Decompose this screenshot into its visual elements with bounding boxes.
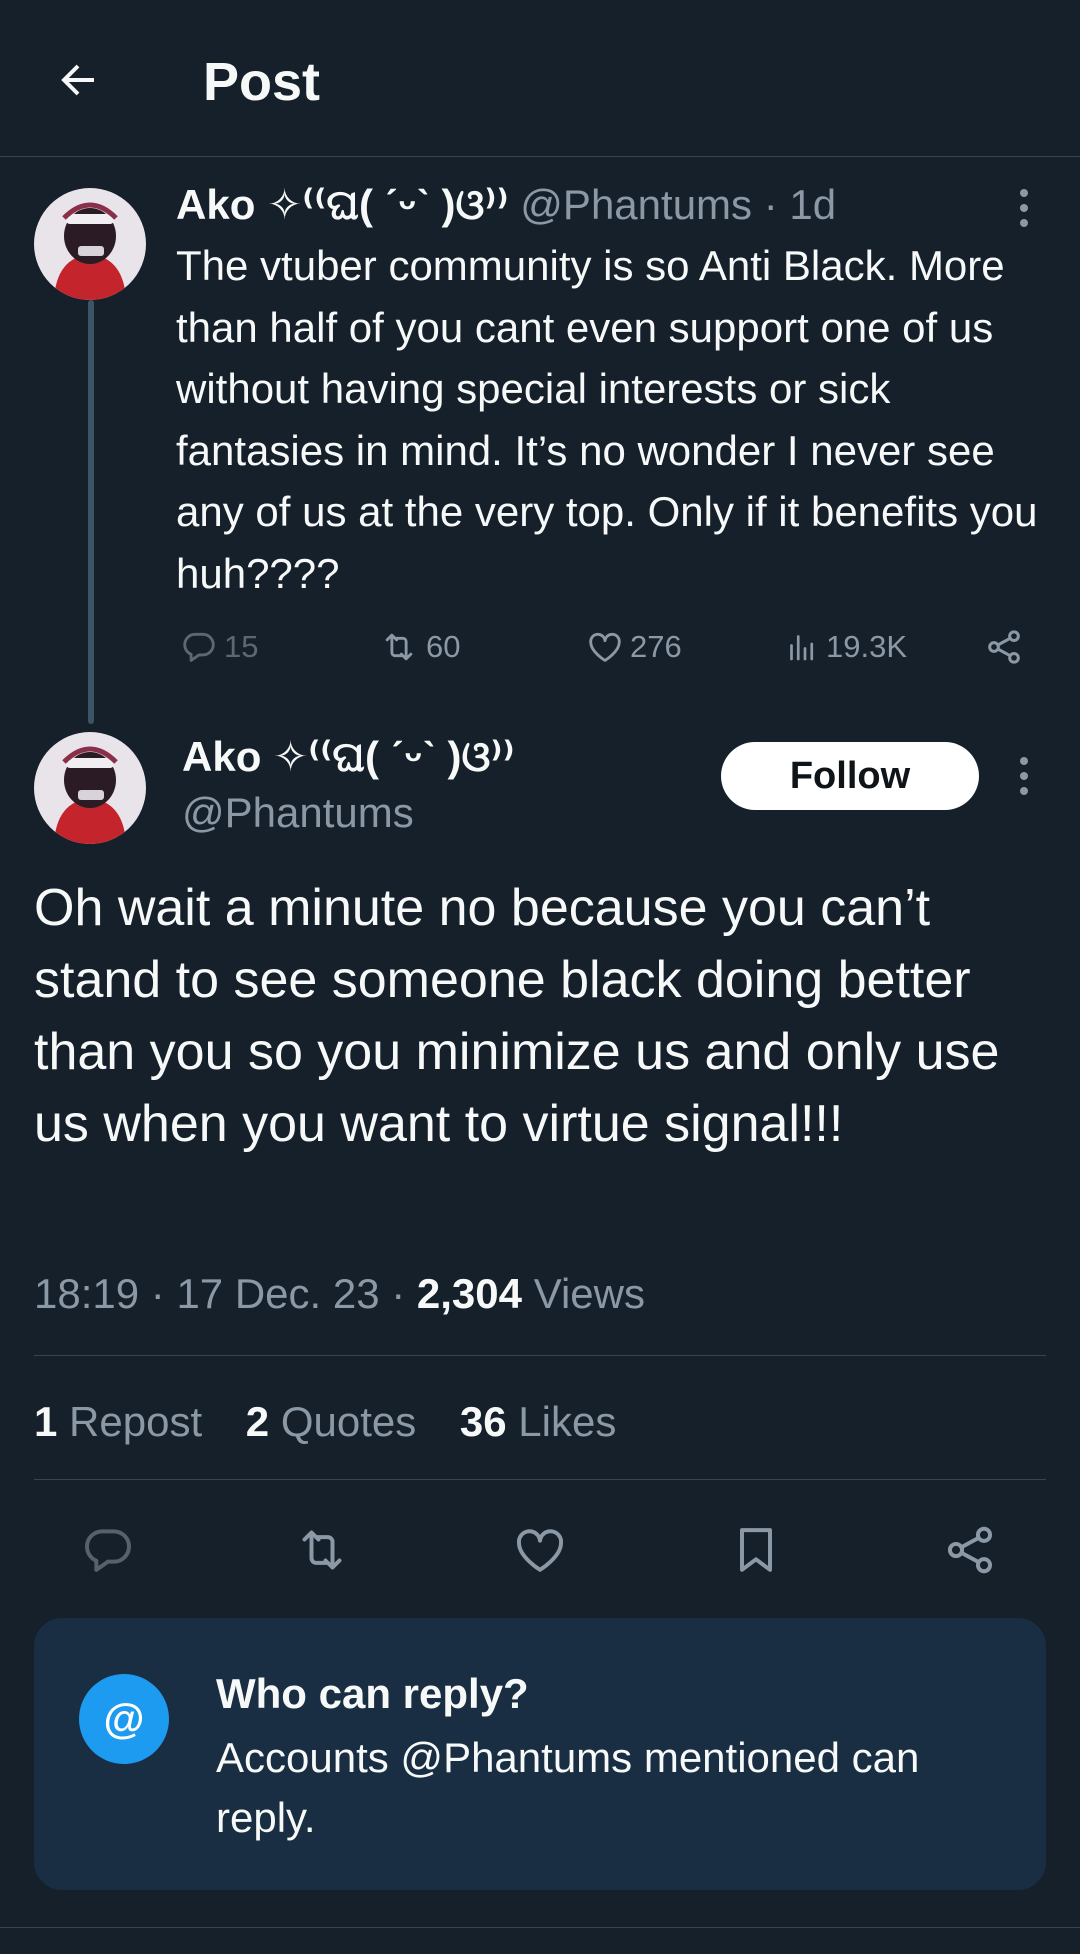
like-count: 276: [630, 629, 682, 664]
likes-stat[interactable]: 36 Likes: [460, 1398, 616, 1445]
main-post-actions: [0, 1518, 1080, 1582]
parent-repost-button[interactable]: 60: [378, 622, 460, 672]
parent-more-button[interactable]: [1009, 183, 1039, 233]
quotes-label: Quotes: [280, 1398, 417, 1445]
bookmark-icon: [740, 1528, 772, 1572]
reposts-count: 1: [34, 1398, 58, 1445]
reply-icon: [183, 632, 215, 662]
likes-count: 36: [459, 1398, 507, 1445]
back-arrow-icon: [61, 64, 94, 96]
quotes-count: 2: [245, 1398, 270, 1445]
likes-label: Likes: [518, 1398, 617, 1445]
reply-count: 15: [224, 629, 259, 664]
who-can-reply-card: @ Who can reply? Accounts @Phantums ment…: [34, 1618, 1046, 1890]
follow-button[interactable]: Follow: [721, 742, 979, 810]
reply-card-description: Accounts @Phantums mentioned can reply.: [216, 1734, 920, 1841]
repost-button[interactable]: [290, 1518, 354, 1582]
post-time: 18:19: [34, 1270, 140, 1317]
parent-reply-button[interactable]: 15: [180, 622, 258, 672]
divider: [0, 1927, 1080, 1928]
post-time: 1d: [789, 181, 837, 228]
like-button[interactable]: [508, 1518, 572, 1582]
views-label: Views: [533, 1270, 645, 1317]
avatar[interactable]: [34, 188, 146, 300]
quotes-stat[interactable]: 2 Quotes: [246, 1398, 428, 1445]
repost-count: 60: [426, 629, 461, 664]
display-name[interactable]: Ako ✧⁽⁽ଘ( ˊᵕˋ )ଓ⁾⁾: [176, 181, 509, 228]
handle[interactable]: @Phantums: [182, 786, 414, 840]
separator: ·: [763, 181, 778, 228]
view-count: 2,304: [416, 1270, 523, 1317]
display-name[interactable]: Ako ✧⁽⁽ଘ( ˊᵕˋ )ଓ⁾⁾: [182, 730, 515, 784]
reply-button[interactable]: [76, 1518, 140, 1582]
like-icon: [589, 632, 621, 662]
post-stats: 1 Repost 2 Quotes 36 Likes: [34, 1394, 648, 1450]
post-meta: 18:19 · 17 Dec. 23 · 2,304 Views: [34, 1270, 645, 1317]
share-icon: [988, 630, 1020, 664]
avatar-image: [34, 732, 146, 844]
reposts-stat[interactable]: 1 Repost: [34, 1398, 214, 1445]
back-button[interactable]: [50, 52, 106, 108]
top-bar: Post: [0, 0, 1080, 157]
like-icon: [517, 1529, 563, 1572]
views-icon: [790, 635, 814, 661]
repost-icon: [385, 633, 413, 661]
parent-post-text: The vtuber community is so Anti Black. M…: [176, 242, 1038, 597]
post-date: 17 Dec. 23: [176, 1270, 380, 1317]
divider: [34, 1479, 1046, 1480]
divider: [34, 1355, 1046, 1356]
reposts-label: Repost: [69, 1398, 203, 1445]
parent-views-button[interactable]: 19.3K: [784, 622, 907, 672]
handle[interactable]: @Phantums: [520, 181, 752, 228]
parent-post-header: Ako ✧⁽⁽ଘ( ˊᵕˋ )ଓ⁾⁾ @Phantums · 1d: [176, 178, 836, 232]
bookmark-button[interactable]: [724, 1518, 788, 1582]
main-more-button[interactable]: [1009, 751, 1039, 801]
thread-line: [88, 300, 94, 724]
parent-share-button[interactable]: [984, 622, 1024, 672]
more-icon: [1020, 189, 1028, 197]
more-icon: [1020, 757, 1028, 765]
main-post-text: Oh wait a minute no because you can’t st…: [34, 879, 1000, 1153]
parent-post-actions: 15 60 276 19.3K: [176, 622, 1056, 672]
at-icon: @: [79, 1674, 169, 1764]
avatar-image: [34, 188, 146, 300]
parent-like-button[interactable]: 276: [586, 622, 682, 672]
avatar[interactable]: [34, 732, 146, 844]
page-title: Post: [203, 52, 321, 112]
share-button[interactable]: [938, 1518, 1002, 1582]
reply-card-title: Who can reply?: [216, 1670, 529, 1717]
reply-icon: [85, 1529, 131, 1572]
share-icon: [947, 1526, 993, 1574]
repost-icon: [302, 1530, 342, 1570]
views-count: 19.3K: [826, 629, 908, 664]
